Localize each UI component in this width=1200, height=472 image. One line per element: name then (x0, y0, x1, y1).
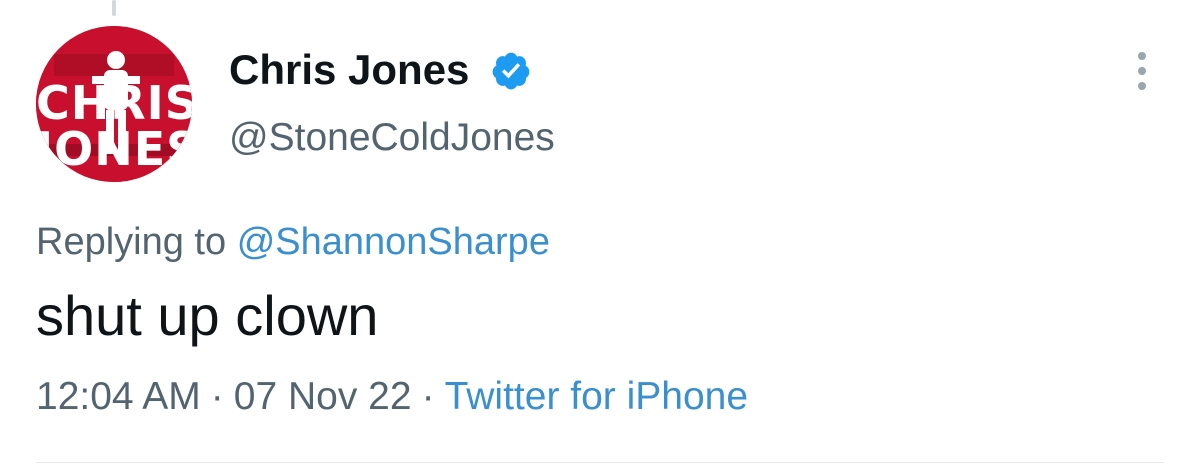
author-display-name[interactable]: Chris Jones (229, 44, 469, 96)
more-options-dot (1138, 82, 1146, 90)
more-options-icon[interactable] (1122, 46, 1162, 96)
author-handle[interactable]: @StoneColdJones (229, 113, 555, 163)
tweet-detail: CHRIS JONES Chris Jones @StoneColdJones … (0, 0, 1200, 472)
avatar-text-line2: JONES (36, 122, 192, 176)
more-options-dot (1138, 67, 1146, 75)
replying-to-handle-link[interactable]: @ShannonSharpe (237, 221, 550, 263)
avatar[interactable]: CHRIS JONES (36, 26, 192, 182)
replying-to-line: Replying to @ShannonSharpe (36, 218, 550, 266)
meta-separator: · (210, 375, 224, 418)
more-options-dot (1138, 52, 1146, 60)
thread-connector-line (112, 0, 116, 16)
avatar-text-line1: CHRIS (36, 76, 192, 130)
verified-badge-icon (492, 52, 530, 90)
divider (36, 462, 1164, 463)
tweet-date[interactable]: 07 Nov 22 (234, 375, 412, 418)
tweet-text: shut up clown (36, 284, 379, 347)
tweet-source-link[interactable]: Twitter for iPhone (445, 375, 748, 418)
replying-to-label: Replying to (36, 221, 227, 263)
tweet-time[interactable]: 12:04 AM (36, 375, 201, 418)
meta-separator: · (421, 375, 435, 418)
tweet-meta: 12:04 AM · 07 Nov 22 · Twitter for iPhone (36, 372, 748, 422)
